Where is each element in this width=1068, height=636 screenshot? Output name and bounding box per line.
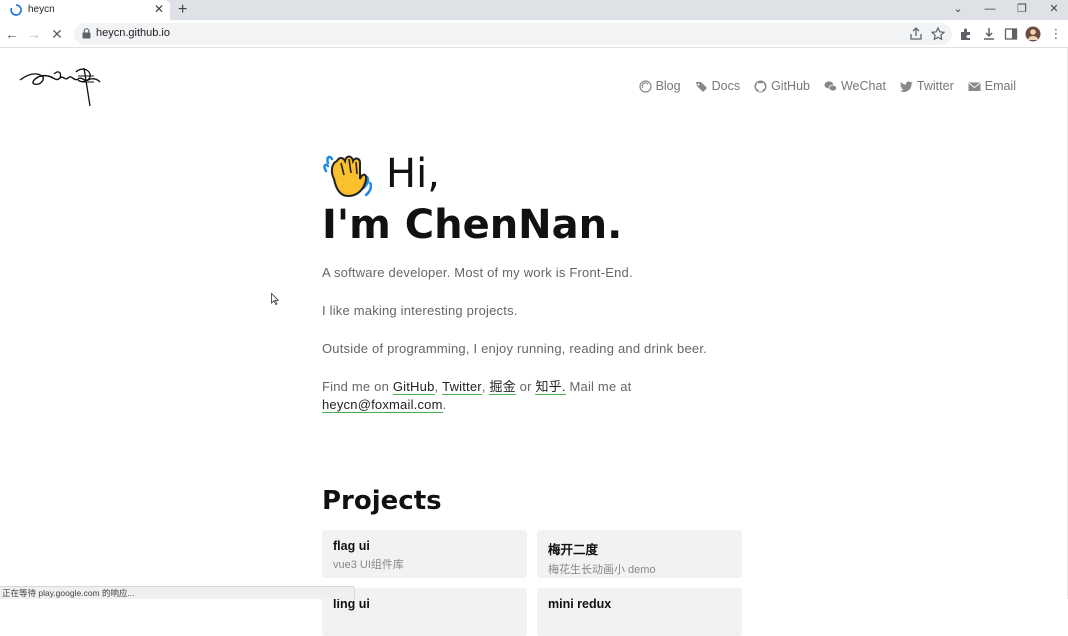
minimize-button[interactable]: —: [980, 0, 1000, 18]
restore-button[interactable]: ❐: [1012, 0, 1032, 18]
download-icon[interactable]: [981, 26, 997, 42]
nav-docs-label: Docs: [711, 79, 741, 93]
envelope-icon: [968, 82, 981, 91]
tab-strip: heycn ✕ + ⌄ — ❐ ✕: [0, 0, 1068, 20]
project-grid: flag ui vue3 UI组件库 梅开二度 梅花生长动画小 demo lin…: [322, 530, 752, 636]
waving-hand-icon: [323, 155, 372, 198]
project-card[interactable]: mini redux: [537, 588, 742, 636]
project-description: vue3 UI组件库: [333, 559, 404, 571]
close-tab-icon[interactable]: ✕: [154, 2, 164, 16]
extensions-icon[interactable]: [958, 26, 974, 42]
hobbies-paragraph: Outside of programming, I enjoy running,…: [322, 341, 707, 356]
new-tab-button[interactable]: +: [178, 0, 187, 20]
twitter-link[interactable]: Twitter: [442, 379, 482, 395]
project-card[interactable]: 梅开二度 梅花生长动画小 demo: [537, 530, 742, 578]
side-panel-icon[interactable]: [1003, 26, 1019, 42]
nav-email-label: Email: [984, 79, 1016, 93]
separator-1: ,: [434, 379, 443, 394]
project-name: ling ui: [333, 597, 370, 611]
email-link[interactable]: heycn@foxmail.com: [322, 397, 443, 413]
contact-paragraph: Find me on GitHub, Twitter, 掘金 or 知乎. Ma…: [322, 378, 752, 414]
tags-icon: [695, 81, 707, 92]
bookmark-star-icon[interactable]: [930, 26, 946, 42]
greeting-text: Hi,: [386, 151, 440, 197]
address-bar[interactable]: heycn.github.io: [74, 23, 952, 45]
top-navigation: Blog Docs GitHub WeChat Twitter Email: [638, 79, 1016, 93]
zhihu-link[interactable]: 知乎.: [535, 379, 566, 395]
loading-icon: [10, 4, 22, 16]
twitter-icon: [899, 80, 913, 92]
back-button[interactable]: ←: [4, 26, 20, 42]
status-bar: 正在等待 play.google.com 的响应...: [0, 586, 355, 599]
nav-github[interactable]: GitHub: [754, 79, 810, 93]
tab-search-icon[interactable]: ⌄: [948, 0, 968, 18]
project-description: 梅花生长动画小 demo: [548, 564, 656, 576]
nav-blog-label: Blog: [655, 79, 681, 93]
nav-wechat-label: WeChat: [840, 79, 886, 93]
mouse-cursor-icon: [271, 293, 279, 305]
browser-toolbar: ← → ✕ heycn.github.io ⋮: [0, 20, 1068, 48]
signature-logo[interactable]: [18, 62, 102, 110]
intro-paragraph: A software developer. Most of my work is…: [322, 265, 633, 280]
wechat-icon: [824, 80, 837, 91]
project-name: flag ui: [333, 539, 370, 553]
projects-heading: Projects: [322, 486, 442, 516]
contact-mid: Mail me at: [565, 379, 632, 394]
nav-twitter[interactable]: Twitter: [899, 79, 954, 93]
browser-menu-icon[interactable]: ⋮: [1048, 26, 1064, 42]
projects-paragraph: I like making interesting projects.: [322, 303, 518, 318]
contact-suffix: .: [442, 397, 447, 412]
github-link[interactable]: GitHub: [392, 379, 435, 395]
main-content: Hi, I'm ChenNan. A software developer. M…: [322, 148, 752, 636]
nav-twitter-label: Twitter: [916, 79, 954, 93]
juejin-link[interactable]: 掘金: [489, 379, 516, 395]
lock-icon: [82, 28, 91, 39]
forward-button[interactable]: →: [26, 26, 42, 42]
share-icon[interactable]: [908, 26, 924, 42]
nav-docs[interactable]: Docs: [695, 79, 740, 93]
blog-icon: [638, 79, 652, 93]
profile-avatar[interactable]: [1025, 26, 1041, 42]
project-card[interactable]: flag ui vue3 UI组件库: [322, 530, 527, 578]
browser-tab[interactable]: heycn ✕: [0, 0, 170, 20]
project-name: 梅开二度: [548, 543, 599, 557]
nav-wechat[interactable]: WeChat: [824, 79, 886, 93]
stop-loading-button[interactable]: ✕: [49, 26, 65, 42]
separator-3: or: [515, 379, 536, 394]
nav-email[interactable]: Email: [968, 79, 1016, 93]
nav-github-label: GitHub: [771, 79, 810, 93]
close-window-button[interactable]: ✕: [1044, 0, 1064, 18]
greeting-row: Hi,: [322, 148, 752, 200]
nav-blog[interactable]: Blog: [638, 79, 681, 93]
hero-name: I'm ChenNan.: [322, 202, 623, 248]
url-text: heycn.github.io: [96, 27, 170, 39]
contact-prefix: Find me on: [322, 379, 393, 394]
github-icon: [754, 80, 767, 92]
tab-title: heycn: [28, 4, 55, 15]
project-name: mini redux: [548, 597, 612, 611]
